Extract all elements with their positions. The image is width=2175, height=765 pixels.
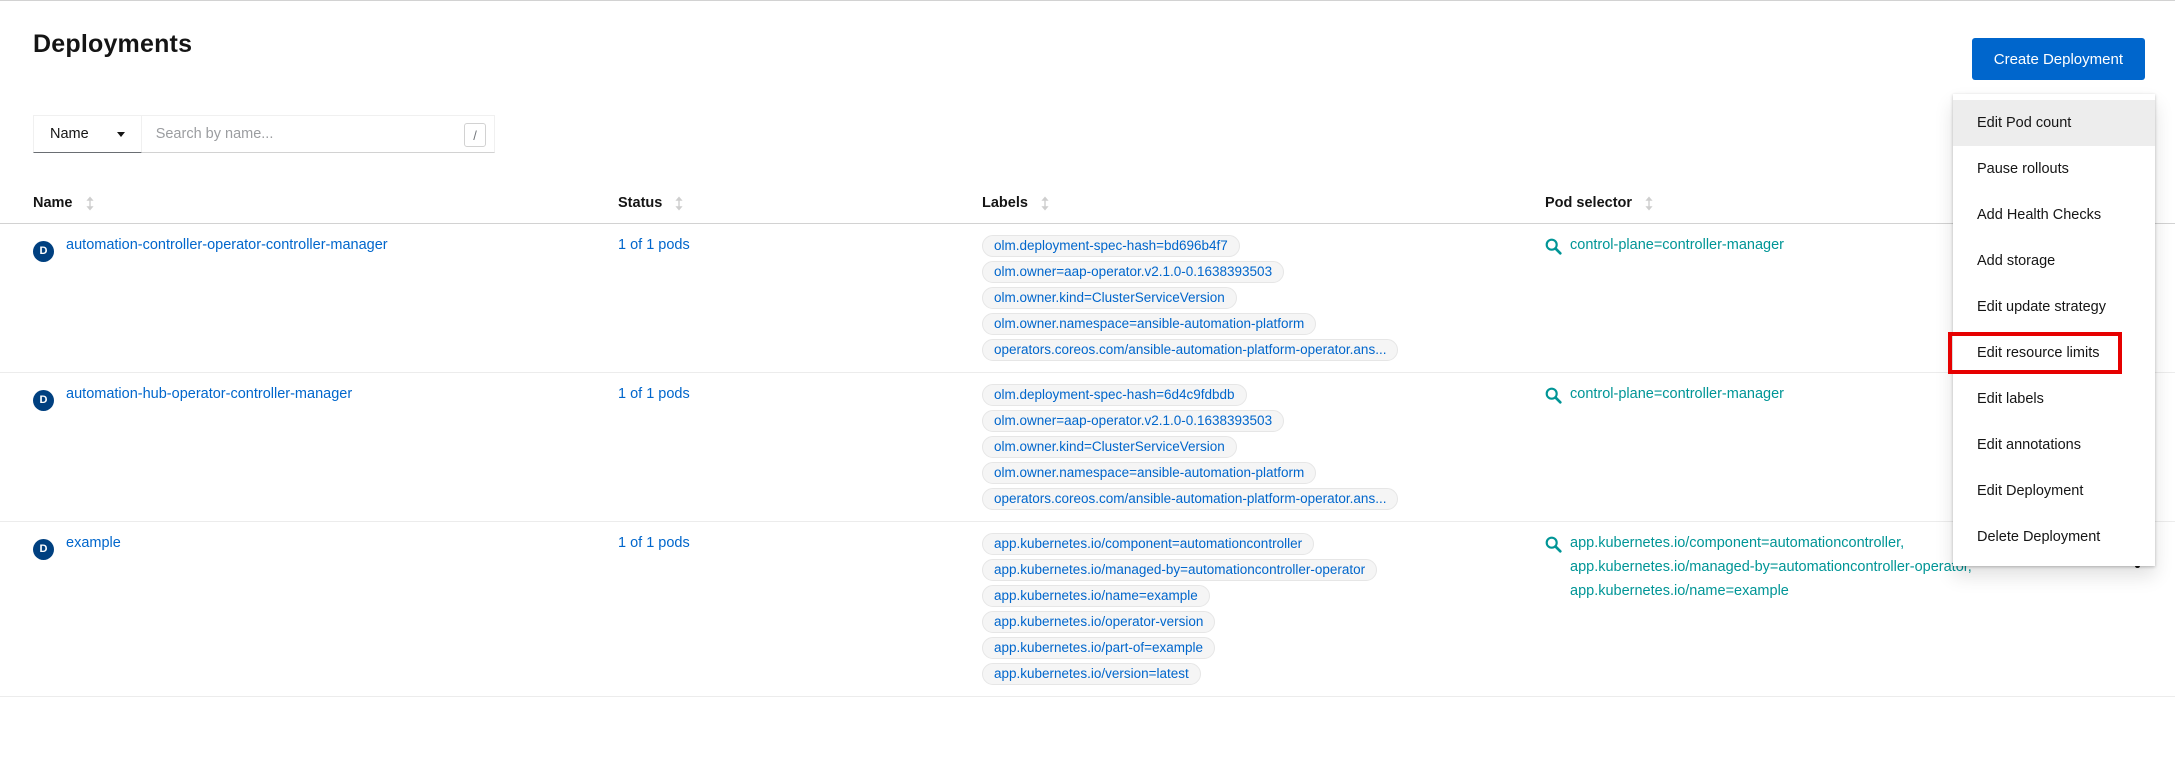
magnifier-icon <box>1545 536 1562 599</box>
name-cell: D automation-controller-operator-control… <box>0 224 618 275</box>
table-row: D example 1 of 1 pods app.kubernetes.io/… <box>0 522 2175 697</box>
sort-icon[interactable] <box>1644 196 1654 211</box>
pod-selector-link[interactable]: control-plane=controller-manager <box>1570 386 1784 402</box>
sort-icon[interactable] <box>85 196 95 211</box>
table-row: D automation-controller-operator-control… <box>0 224 2175 373</box>
search-input[interactable] <box>142 116 494 152</box>
pods-status-link[interactable]: 1 of 1 pods <box>618 535 690 551</box>
menu-item-add-health-checks[interactable]: Add Health Checks <box>1953 192 2155 238</box>
name-cell: D example <box>0 522 618 573</box>
label-chip[interactable]: olm.owner.kind=ClusterServiceVersion <box>982 287 1237 309</box>
deployment-name-link[interactable]: example <box>66 535 121 551</box>
label-chip[interactable]: app.kubernetes.io/managed-by=automationc… <box>982 559 1377 581</box>
pods-status-link[interactable]: 1 of 1 pods <box>618 237 690 253</box>
table-row: D automation-hub-operator-controller-man… <box>0 373 2175 522</box>
actions-dropdown-menu: Edit Pod count Pause rollouts Add Health… <box>1953 94 2155 566</box>
label-chip[interactable]: olm.owner=aap-operator.v2.1.0-0.16383935… <box>982 261 1284 283</box>
label-chip[interactable]: olm.owner.namespace=ansible-automation-p… <box>982 462 1316 484</box>
label-chip[interactable]: app.kubernetes.io/part-of=example <box>982 637 1215 659</box>
pod-selector-link[interactable]: app.kubernetes.io/name=example <box>1570 583 1972 599</box>
deployment-resource-badge: D <box>33 241 54 262</box>
pods-status-link[interactable]: 1 of 1 pods <box>618 386 690 402</box>
status-cell: 1 of 1 pods <box>618 522 982 564</box>
label-chip[interactable]: olm.deployment-spec-hash=6d4c9fdbdb <box>982 384 1247 406</box>
menu-item-edit-deployment[interactable]: Edit Deployment <box>1953 468 2155 514</box>
pod-selector-link[interactable]: control-plane=controller-manager <box>1570 237 1784 253</box>
name-cell: D automation-hub-operator-controller-man… <box>0 373 618 424</box>
menu-item-edit-annotations[interactable]: Edit annotations <box>1953 422 2155 468</box>
labels-cell: olm.deployment-spec-hash=bd696b4f7 olm.o… <box>982 224 1545 372</box>
pod-selector-link[interactable]: app.kubernetes.io/component=automationco… <box>1570 535 1972 551</box>
deployment-resource-badge: D <box>33 539 54 560</box>
column-header-labels[interactable]: Labels <box>982 185 1545 223</box>
deployments-page: Deployments Create Deployment Name / Nam… <box>0 0 2175 765</box>
pod-selector-link[interactable]: app.kubernetes.io/managed-by=automationc… <box>1570 559 1972 575</box>
label-chip[interactable]: olm.owner.kind=ClusterServiceVersion <box>982 436 1237 458</box>
menu-item-delete-deployment[interactable]: Delete Deployment <box>1953 514 2155 560</box>
label-chip[interactable]: app.kubernetes.io/operator-version <box>982 611 1215 633</box>
pod-selector-lines: control-plane=controller-manager <box>1570 237 1784 259</box>
menu-item-edit-update-strategy[interactable]: Edit update strategy <box>1953 284 2155 330</box>
column-header-name-label: Name <box>33 195 73 211</box>
deployment-name-link[interactable]: automation-controller-operator-controlle… <box>66 237 388 253</box>
menu-item-add-storage[interactable]: Add storage <box>1953 238 2155 284</box>
column-header-labels-label: Labels <box>982 195 1028 211</box>
deployment-name-link[interactable]: automation-hub-operator-controller-manag… <box>66 386 352 402</box>
status-cell: 1 of 1 pods <box>618 373 982 415</box>
pod-selector-lines: control-plane=controller-manager <box>1570 386 1784 408</box>
deployment-resource-badge: D <box>33 390 54 411</box>
label-chip[interactable]: app.kubernetes.io/component=automationco… <box>982 533 1314 555</box>
page-title: Deployments <box>33 30 2175 59</box>
sort-icon[interactable] <box>674 196 684 211</box>
filter-type-dropdown[interactable]: Name <box>33 115 142 153</box>
label-chip[interactable]: operators.coreos.com/ansible-automation-… <box>982 488 1398 510</box>
labels-cell: olm.deployment-spec-hash=6d4c9fdbdb olm.… <box>982 373 1545 521</box>
sort-icon[interactable] <box>1040 196 1050 211</box>
column-header-status[interactable]: Status <box>618 185 982 223</box>
magnifier-icon <box>1545 387 1562 408</box>
label-chip[interactable]: olm.deployment-spec-hash=bd696b4f7 <box>982 235 1240 257</box>
table-header: Name Status Labels Pod selector <box>0 185 2175 224</box>
column-header-status-label: Status <box>618 195 662 211</box>
pod-selector-lines: app.kubernetes.io/component=automationco… <box>1570 535 1972 599</box>
menu-item-edit-pod-count[interactable]: Edit Pod count <box>1953 100 2155 146</box>
magnifier-icon <box>1545 238 1562 259</box>
label-chip[interactable]: operators.coreos.com/ansible-automation-… <box>982 339 1398 361</box>
label-chip[interactable]: app.kubernetes.io/version=latest <box>982 663 1201 685</box>
create-deployment-button[interactable]: Create Deployment <box>1972 38 2145 80</box>
filter-toolbar: Name / <box>33 115 495 153</box>
labels-cell: app.kubernetes.io/component=automationco… <box>982 522 1545 696</box>
slash-shortcut-badge: / <box>464 123 486 147</box>
menu-item-pause-rollouts[interactable]: Pause rollouts <box>1953 146 2155 192</box>
column-header-pod-selector-label: Pod selector <box>1545 195 1632 211</box>
label-chip[interactable]: olm.owner=aap-operator.v2.1.0-0.16383935… <box>982 410 1284 432</box>
filter-type-label: Name <box>50 126 89 142</box>
top-divider <box>0 0 2175 1</box>
status-cell: 1 of 1 pods <box>618 224 982 266</box>
column-header-name[interactable]: Name <box>0 185 618 223</box>
label-chip[interactable]: olm.owner.namespace=ansible-automation-p… <box>982 313 1316 335</box>
label-chip[interactable]: app.kubernetes.io/name=example <box>982 585 1210 607</box>
menu-item-edit-labels[interactable]: Edit labels <box>1953 376 2155 422</box>
menu-item-edit-resource-limits[interactable]: Edit resource limits <box>1953 330 2155 376</box>
caret-down-icon <box>117 132 125 137</box>
search-field: / <box>142 115 495 153</box>
